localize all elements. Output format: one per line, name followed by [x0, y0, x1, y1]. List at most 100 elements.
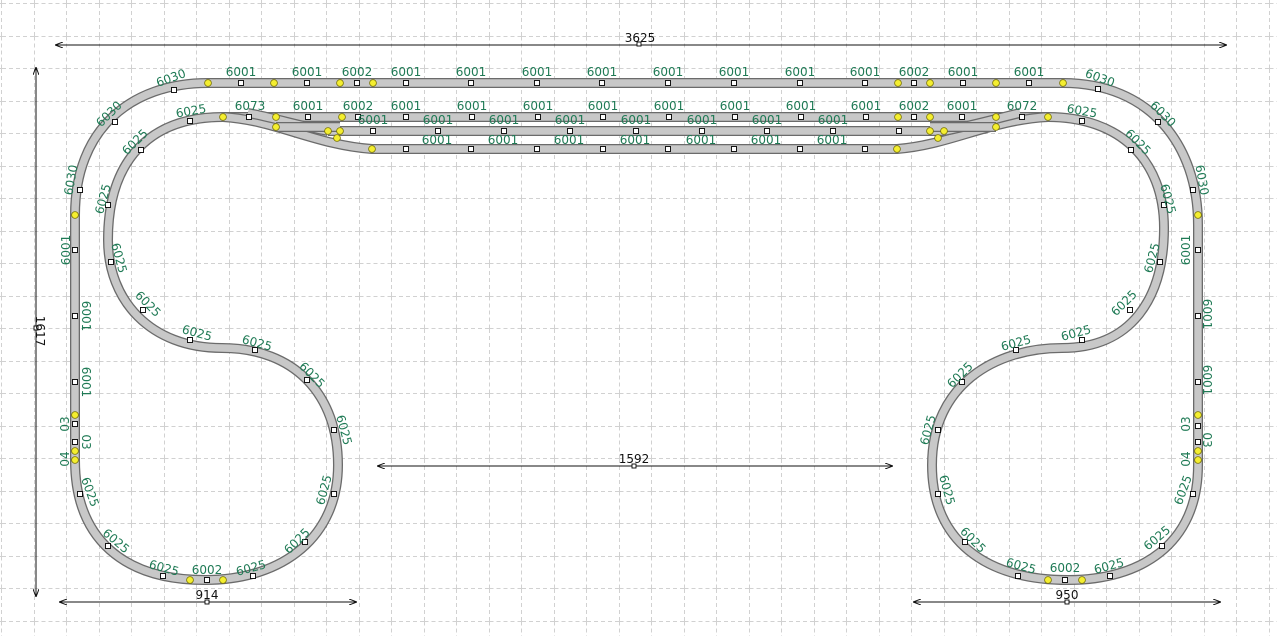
track-joint [272, 113, 280, 121]
track-label: 6072 [1007, 99, 1038, 113]
track-label: 6001 [79, 367, 93, 398]
dimension-inner-gap-label: 1592 [619, 452, 650, 466]
section-endpoint [72, 421, 78, 427]
section-endpoint [600, 114, 606, 120]
track-label: 6002 [1050, 561, 1081, 575]
section-endpoint [403, 80, 409, 86]
section-endpoint [72, 379, 78, 385]
track-label: 04 [1179, 451, 1193, 466]
section-endpoint [1026, 80, 1032, 86]
track-label: 6001 [456, 65, 487, 79]
section-endpoint [911, 114, 917, 120]
track-joint [1194, 211, 1202, 219]
track-label: 6001 [554, 133, 585, 147]
section-endpoint [732, 114, 738, 120]
track-joint [324, 127, 332, 135]
section-endpoint [304, 80, 310, 86]
track-label: 6001 [752, 113, 783, 127]
track-plan-canvas: 3625 1617 1592 914 950 6030 6001 6001 60… [0, 0, 1277, 636]
track-label: 6001 [358, 113, 389, 127]
track-label: 03 [79, 434, 93, 449]
section-endpoint [187, 118, 193, 124]
track-label: 6001 [719, 65, 750, 79]
track-label: 6001 [947, 99, 978, 113]
section-endpoint [534, 146, 540, 152]
track-joint [1059, 79, 1067, 87]
track-label: 6001 [850, 65, 881, 79]
track-joint [369, 79, 377, 87]
track-joint [893, 145, 901, 153]
track-label: 6001 [391, 65, 422, 79]
track-joint [1194, 456, 1202, 464]
track-joint [1194, 411, 1202, 419]
track-label: 03 [58, 416, 72, 431]
section-endpoint [960, 80, 966, 86]
track-label: 6002 [343, 99, 374, 113]
track-label: 6001 [226, 65, 257, 79]
track-label: 6001 [620, 133, 651, 147]
section-endpoint [665, 146, 671, 152]
section-endpoint [331, 427, 337, 433]
track-joint [219, 113, 227, 121]
track-joint [333, 134, 341, 142]
track-label: 6001 [1200, 299, 1214, 330]
section-endpoint [1190, 491, 1196, 497]
section-endpoint [797, 146, 803, 152]
track-joint [219, 576, 227, 584]
track-label: 6001 [654, 99, 685, 113]
section-endpoint [731, 146, 737, 152]
section-endpoint [403, 114, 409, 120]
section-endpoint [1195, 247, 1201, 253]
track-joint [1044, 113, 1052, 121]
track-joint [926, 79, 934, 87]
dimension-left-loop-width-label: 914 [196, 588, 219, 602]
section-endpoint [72, 439, 78, 445]
section-endpoint [862, 80, 868, 86]
section-endpoint [468, 146, 474, 152]
track-joint [270, 79, 278, 87]
section-endpoint [72, 313, 78, 319]
track-joint [934, 134, 942, 142]
track-label: 03 [1179, 416, 1193, 431]
track-joint [336, 127, 344, 135]
section-endpoint [1079, 118, 1085, 124]
section-endpoint [1015, 573, 1021, 579]
section-endpoint [535, 114, 541, 120]
section-endpoint [403, 146, 409, 152]
dimension-overall-height-label: 1617 [33, 316, 47, 347]
track-joint [992, 79, 1000, 87]
section-endpoint [305, 114, 311, 120]
track-label: 04 [58, 451, 72, 466]
track-label: 6001 [523, 99, 554, 113]
track-label: 6001 [1014, 65, 1045, 79]
track-joint [992, 123, 1000, 131]
section-endpoint [666, 114, 672, 120]
track-label: 6002 [192, 563, 223, 577]
track-joint [940, 127, 948, 135]
track-joint [71, 411, 79, 419]
track-label: 6001 [686, 133, 717, 147]
track-joint [926, 127, 934, 135]
section-endpoint [72, 247, 78, 253]
section-endpoint [238, 80, 244, 86]
section-endpoint [600, 146, 606, 152]
section-endpoint [731, 80, 737, 86]
track-joint [186, 576, 194, 584]
track-label: 6001 [457, 99, 488, 113]
dimension-right-loop-width-label: 950 [1056, 588, 1079, 602]
track-label: 6002 [899, 65, 930, 79]
track-joint [71, 447, 79, 455]
section-endpoint [246, 114, 252, 120]
track-joint [336, 79, 344, 87]
section-endpoint [1107, 573, 1113, 579]
track-label: 6001 [59, 235, 73, 266]
section-endpoint [1195, 313, 1201, 319]
track-label: 6001 [817, 133, 848, 147]
track-label: 6001 [786, 99, 817, 113]
track-label: 6001 [79, 301, 93, 332]
track-label: 6001 [489, 113, 520, 127]
track-label: 6001 [423, 113, 454, 127]
section-endpoint [896, 128, 902, 134]
section-endpoint [665, 80, 671, 86]
track-joint [368, 145, 376, 153]
